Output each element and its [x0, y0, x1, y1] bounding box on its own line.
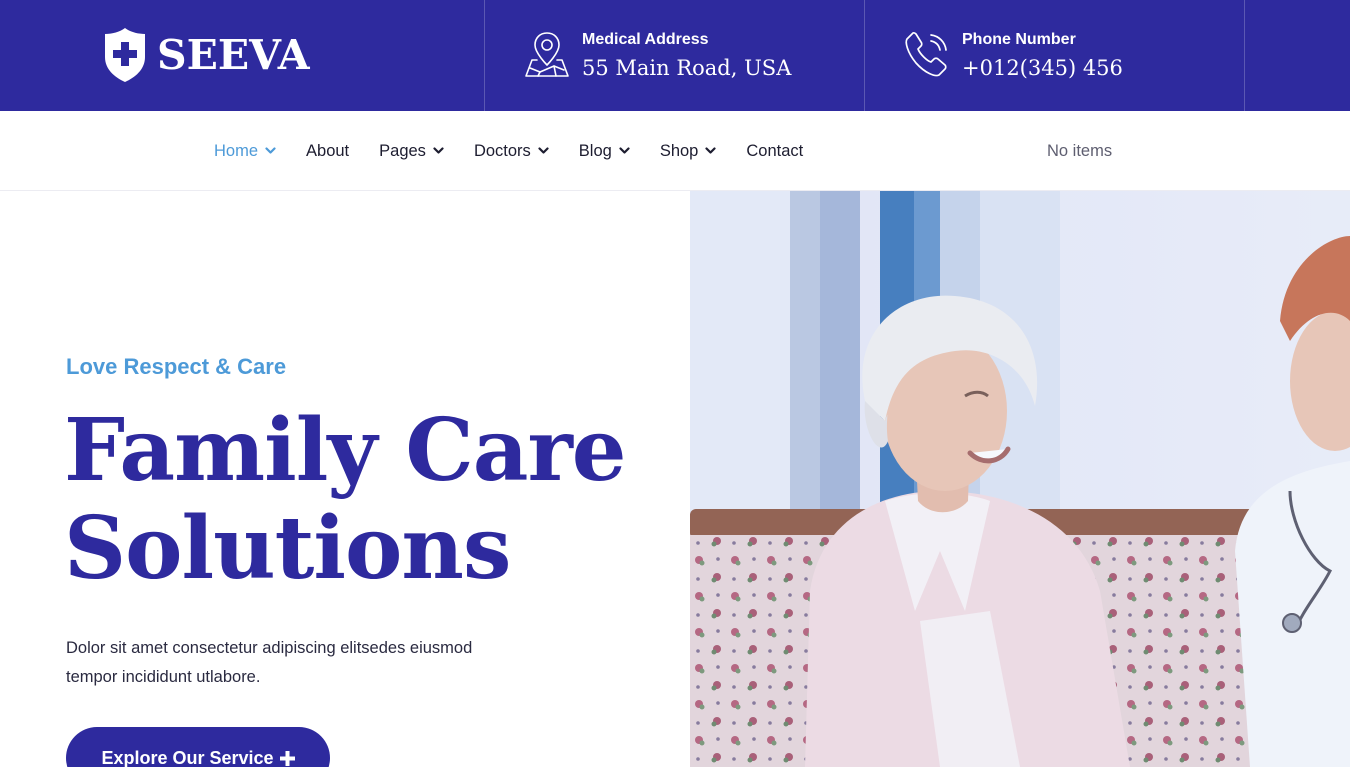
nav-item-pages[interactable]: Pages: [379, 142, 444, 161]
nav-item-contact[interactable]: Contact: [746, 142, 803, 161]
chevron-down-icon: [538, 147, 549, 154]
nav-item-shop[interactable]: Shop: [660, 142, 717, 161]
header-divider: [484, 0, 485, 111]
phone-label: Phone Number: [962, 31, 1076, 48]
hero-title-line: Solutions: [64, 498, 511, 599]
nav-item-label: Home: [214, 141, 259, 160]
header-phone-block: Phone Number +012(345) 456: [904, 30, 1123, 81]
nav-item-label: Pages: [379, 141, 426, 160]
top-header-bar: SEEVA Medical Address 55 Main Road, USA …: [0, 0, 1350, 111]
header-divider: [864, 0, 865, 111]
phone-value[interactable]: +012(345) 456: [962, 55, 1123, 81]
nav-item-home[interactable]: Home: [214, 142, 276, 161]
chevron-down-icon: [705, 147, 716, 154]
nav-item-label: About: [306, 141, 350, 160]
nav-item-about[interactable]: About: [306, 142, 349, 161]
nav-item-label: Blog: [578, 141, 612, 160]
chevron-down-icon: [265, 147, 276, 154]
nav-item-blog[interactable]: Blog: [579, 142, 630, 161]
header-address-block: Medical Address 55 Main Road, USA: [524, 30, 791, 81]
nav-item-label: Shop: [659, 141, 699, 160]
cta-label: Explore Our Service: [101, 748, 274, 767]
main-navigation: Home About Pages Doctors Blog Shop Conta…: [0, 111, 1350, 191]
hero-title: Family Care Solutions: [64, 402, 664, 598]
address-value: 55 Main Road, USA: [582, 56, 792, 80]
chevron-down-icon: [619, 147, 630, 154]
nav-menu: Home About Pages Doctors Blog Shop Conta…: [214, 111, 833, 191]
cart-link[interactable]: No items: [1047, 142, 1112, 161]
hero-description: Dolor sit amet consectetur adipiscing el…: [66, 639, 473, 686]
nav-item-doctors[interactable]: Doctors: [474, 142, 549, 161]
nav-item-label: Contact: [746, 141, 804, 160]
chevron-down-icon: [433, 147, 444, 154]
phone-icon: [905, 31, 947, 77]
nav-item-label: Doctors: [473, 141, 531, 160]
address-label: Medical Address: [582, 31, 709, 48]
shield-cross-icon: [105, 28, 145, 82]
map-pin-icon: [525, 32, 569, 77]
brand-name: SEEVA: [157, 30, 310, 79]
plus-icon: [279, 751, 295, 766]
hero-eyebrow: Love Respect & Care: [66, 354, 287, 379]
brand-logo[interactable]: SEEVA: [104, 27, 310, 83]
hero-title-line: Family Care: [64, 400, 627, 501]
hero-image: [690, 191, 1350, 767]
elderly-woman-with-nurse-photo: [690, 191, 1350, 767]
explore-service-button[interactable]: Explore Our Service: [66, 727, 330, 767]
header-divider: [1244, 0, 1245, 111]
